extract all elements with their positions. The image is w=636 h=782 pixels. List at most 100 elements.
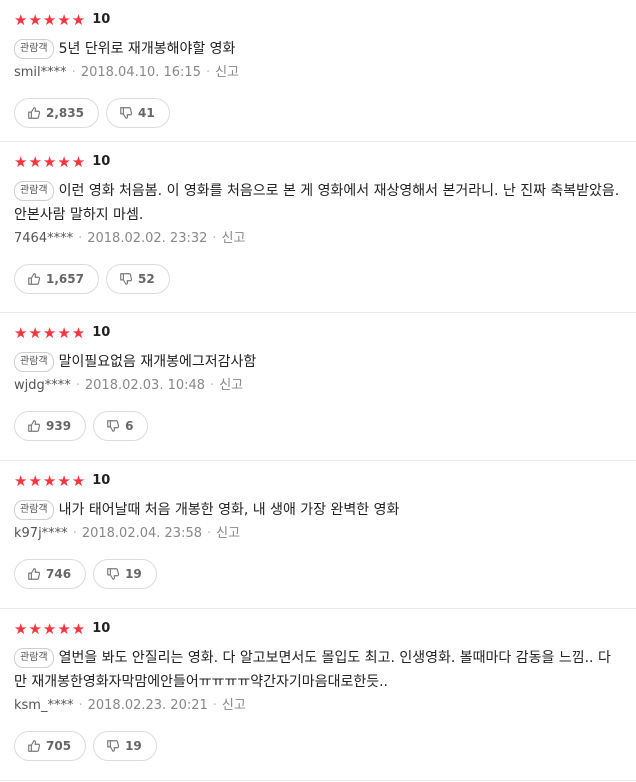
dislike-count: 19: [125, 567, 142, 581]
viewer-badge: 관람객: [14, 181, 54, 201]
like-count: 746: [46, 567, 72, 581]
like-button[interactable]: 705: [14, 731, 87, 761]
vote-row: 705 19: [14, 731, 636, 777]
viewer-badge: 관람객: [14, 648, 54, 668]
separator-dot: ·: [210, 378, 215, 393]
like-count: 2,835: [46, 106, 84, 120]
review-meta: wjdg**** · 2018.02.03. 10:48 · 신고: [14, 376, 636, 396]
like-button[interactable]: 1,657: [14, 264, 99, 294]
viewer-badge: 관람객: [14, 352, 54, 372]
vote-row: 1,657 52: [14, 264, 636, 310]
review-list: ★★★★★ 10 관람객 5년 단위로 재개봉해야할 영화 smil**** · 20…: [0, 0, 636, 781]
rating-score: 10: [92, 154, 111, 169]
thumbs-down-icon: [120, 273, 133, 285]
review-meta: smil**** · 2018.04.10. 16:15 · 신고: [14, 63, 636, 83]
dislike-count: 19: [125, 739, 142, 753]
author-id: ksm_****: [14, 698, 74, 713]
review-meta: ksm_**** · 2018.02.23. 20:21 · 신고: [14, 696, 636, 716]
review-body: 관람객 5년 단위로 재개봉해야할 영화: [14, 37, 636, 61]
dislike-button[interactable]: 6: [93, 411, 149, 441]
review-item: ★★★★★ 10 관람객 말이필요없음 재개봉에그저감사함 wjdg**** · 20…: [0, 313, 636, 461]
like-count: 939: [46, 419, 72, 433]
like-count: 705: [46, 739, 72, 753]
star-rating: ★★★★★: [14, 153, 87, 171]
thumbs-up-icon: [28, 420, 41, 432]
separator-dot: ·: [212, 231, 217, 246]
review-date: 2018.02.04. 23:58: [81, 526, 202, 541]
rating-row: ★★★★★ 10: [14, 323, 636, 343]
thumbs-up-icon: [28, 107, 41, 119]
report-link[interactable]: 신고: [216, 526, 240, 541]
thumbs-up-icon: [28, 273, 41, 285]
report-link[interactable]: 신고: [222, 698, 246, 713]
like-button[interactable]: 746: [14, 559, 87, 589]
dislike-button[interactable]: 52: [105, 264, 170, 294]
review-meta: 7464**** · 2018.02.02. 23:32 · 신고: [14, 229, 636, 249]
rating-row: ★★★★★ 10: [14, 471, 636, 491]
separator-dot: ·: [71, 65, 76, 80]
review-date: 2018.02.02. 23:32: [87, 231, 208, 246]
review-item: ★★★★★ 10 관람객 열번을 봐도 안질리는 영화. 다 알고보면서도 몰입도…: [0, 609, 636, 781]
thumbs-down-icon: [107, 568, 120, 580]
dislike-button[interactable]: 41: [105, 98, 170, 128]
rating-score: 10: [92, 621, 111, 636]
separator-dot: ·: [78, 698, 83, 713]
review-item: ★★★★★ 10 관람객 5년 단위로 재개봉해야할 영화 smil**** · 20…: [0, 0, 636, 142]
viewer-badge: 관람객: [14, 39, 54, 59]
review-text: 이런 영화 처음봄. 이 영화를 처음으로 본 게 영화에서 재상영해서 본거라…: [14, 183, 620, 223]
rating-score: 10: [92, 325, 111, 340]
star-rating: ★★★★★: [14, 11, 87, 29]
author-id: 7464****: [14, 231, 74, 246]
review-text: 내가 태어날때 처음 개봉한 영화, 내 생애 가장 완벽한 영화: [58, 502, 400, 518]
rating-row: ★★★★★ 10: [14, 619, 636, 639]
review-meta: k97j**** · 2018.02.04. 23:58 · 신고: [14, 524, 636, 544]
review-text: 5년 단위로 재개봉해야할 영화: [58, 41, 236, 57]
rating-score: 10: [92, 12, 111, 27]
star-rating: ★★★★★: [14, 472, 87, 490]
thumbs-down-icon: [107, 420, 120, 432]
review-date: 2018.04.10. 16:15: [80, 65, 201, 80]
review-body: 관람객 이런 영화 처음봄. 이 영화를 처음으로 본 게 영화에서 재상영해서 …: [14, 179, 636, 227]
thumbs-up-icon: [28, 568, 41, 580]
report-link[interactable]: 신고: [215, 65, 239, 80]
thumbs-down-icon: [107, 740, 120, 752]
review-body: 관람객 말이필요없음 재개봉에그저감사함: [14, 350, 636, 374]
thumbs-up-icon: [28, 740, 41, 752]
review-date: 2018.02.03. 10:48: [84, 378, 206, 393]
author-id: smil****: [14, 65, 67, 80]
author-id: wjdg****: [14, 378, 71, 393]
review-body: 관람객 열번을 봐도 안질리는 영화. 다 알고보면서도 몰입도 최고. 인생영화…: [14, 646, 636, 694]
dislike-count: 52: [137, 272, 155, 286]
report-link[interactable]: 신고: [222, 231, 246, 246]
vote-row: 939 6: [14, 411, 636, 457]
dislike-button[interactable]: 19: [93, 559, 157, 589]
dislike-count: 41: [137, 106, 155, 120]
star-rating: ★★★★★: [14, 324, 87, 342]
like-button[interactable]: 2,835: [14, 98, 99, 128]
vote-row: 2,835 41: [14, 98, 636, 144]
rating-row: ★★★★★ 10: [14, 152, 636, 172]
review-item: ★★★★★ 10 관람객 이런 영화 처음봄. 이 영화를 처음으로 본 게 영화…: [0, 142, 636, 313]
like-button[interactable]: 939: [14, 411, 87, 441]
rating-score: 10: [92, 473, 111, 488]
review-body: 관람객 내가 태어날때 처음 개봉한 영화, 내 생애 가장 완벽한 영화: [14, 498, 636, 522]
dislike-button[interactable]: 19: [93, 731, 157, 761]
separator-dot: ·: [212, 698, 217, 713]
separator-dot: ·: [205, 65, 211, 80]
separator-dot: ·: [75, 378, 80, 393]
review-text: 열번을 봐도 안질리는 영화. 다 알고보면서도 몰입도 최고. 인생영화. 볼…: [14, 650, 611, 690]
review-text: 말이필요없음 재개봉에그저감사함: [58, 354, 257, 370]
separator-dot: ·: [78, 231, 83, 246]
star-rating: ★★★★★: [14, 620, 87, 638]
vote-row: 746 19: [14, 559, 636, 605]
thumbs-down-icon: [120, 107, 133, 119]
like-count: 1,657: [46, 272, 84, 286]
separator-dot: ·: [72, 526, 77, 541]
author-id: k97j****: [14, 526, 68, 541]
review-item: ★★★★★ 10 관람객 내가 태어날때 처음 개봉한 영화, 내 생애 가장 완…: [0, 461, 636, 609]
report-link[interactable]: 신고: [219, 378, 243, 393]
viewer-badge: 관람객: [14, 500, 54, 520]
separator-dot: ·: [207, 526, 212, 541]
rating-row: ★★★★★ 10: [14, 10, 636, 30]
review-date: 2018.02.23. 20:21: [87, 698, 208, 713]
